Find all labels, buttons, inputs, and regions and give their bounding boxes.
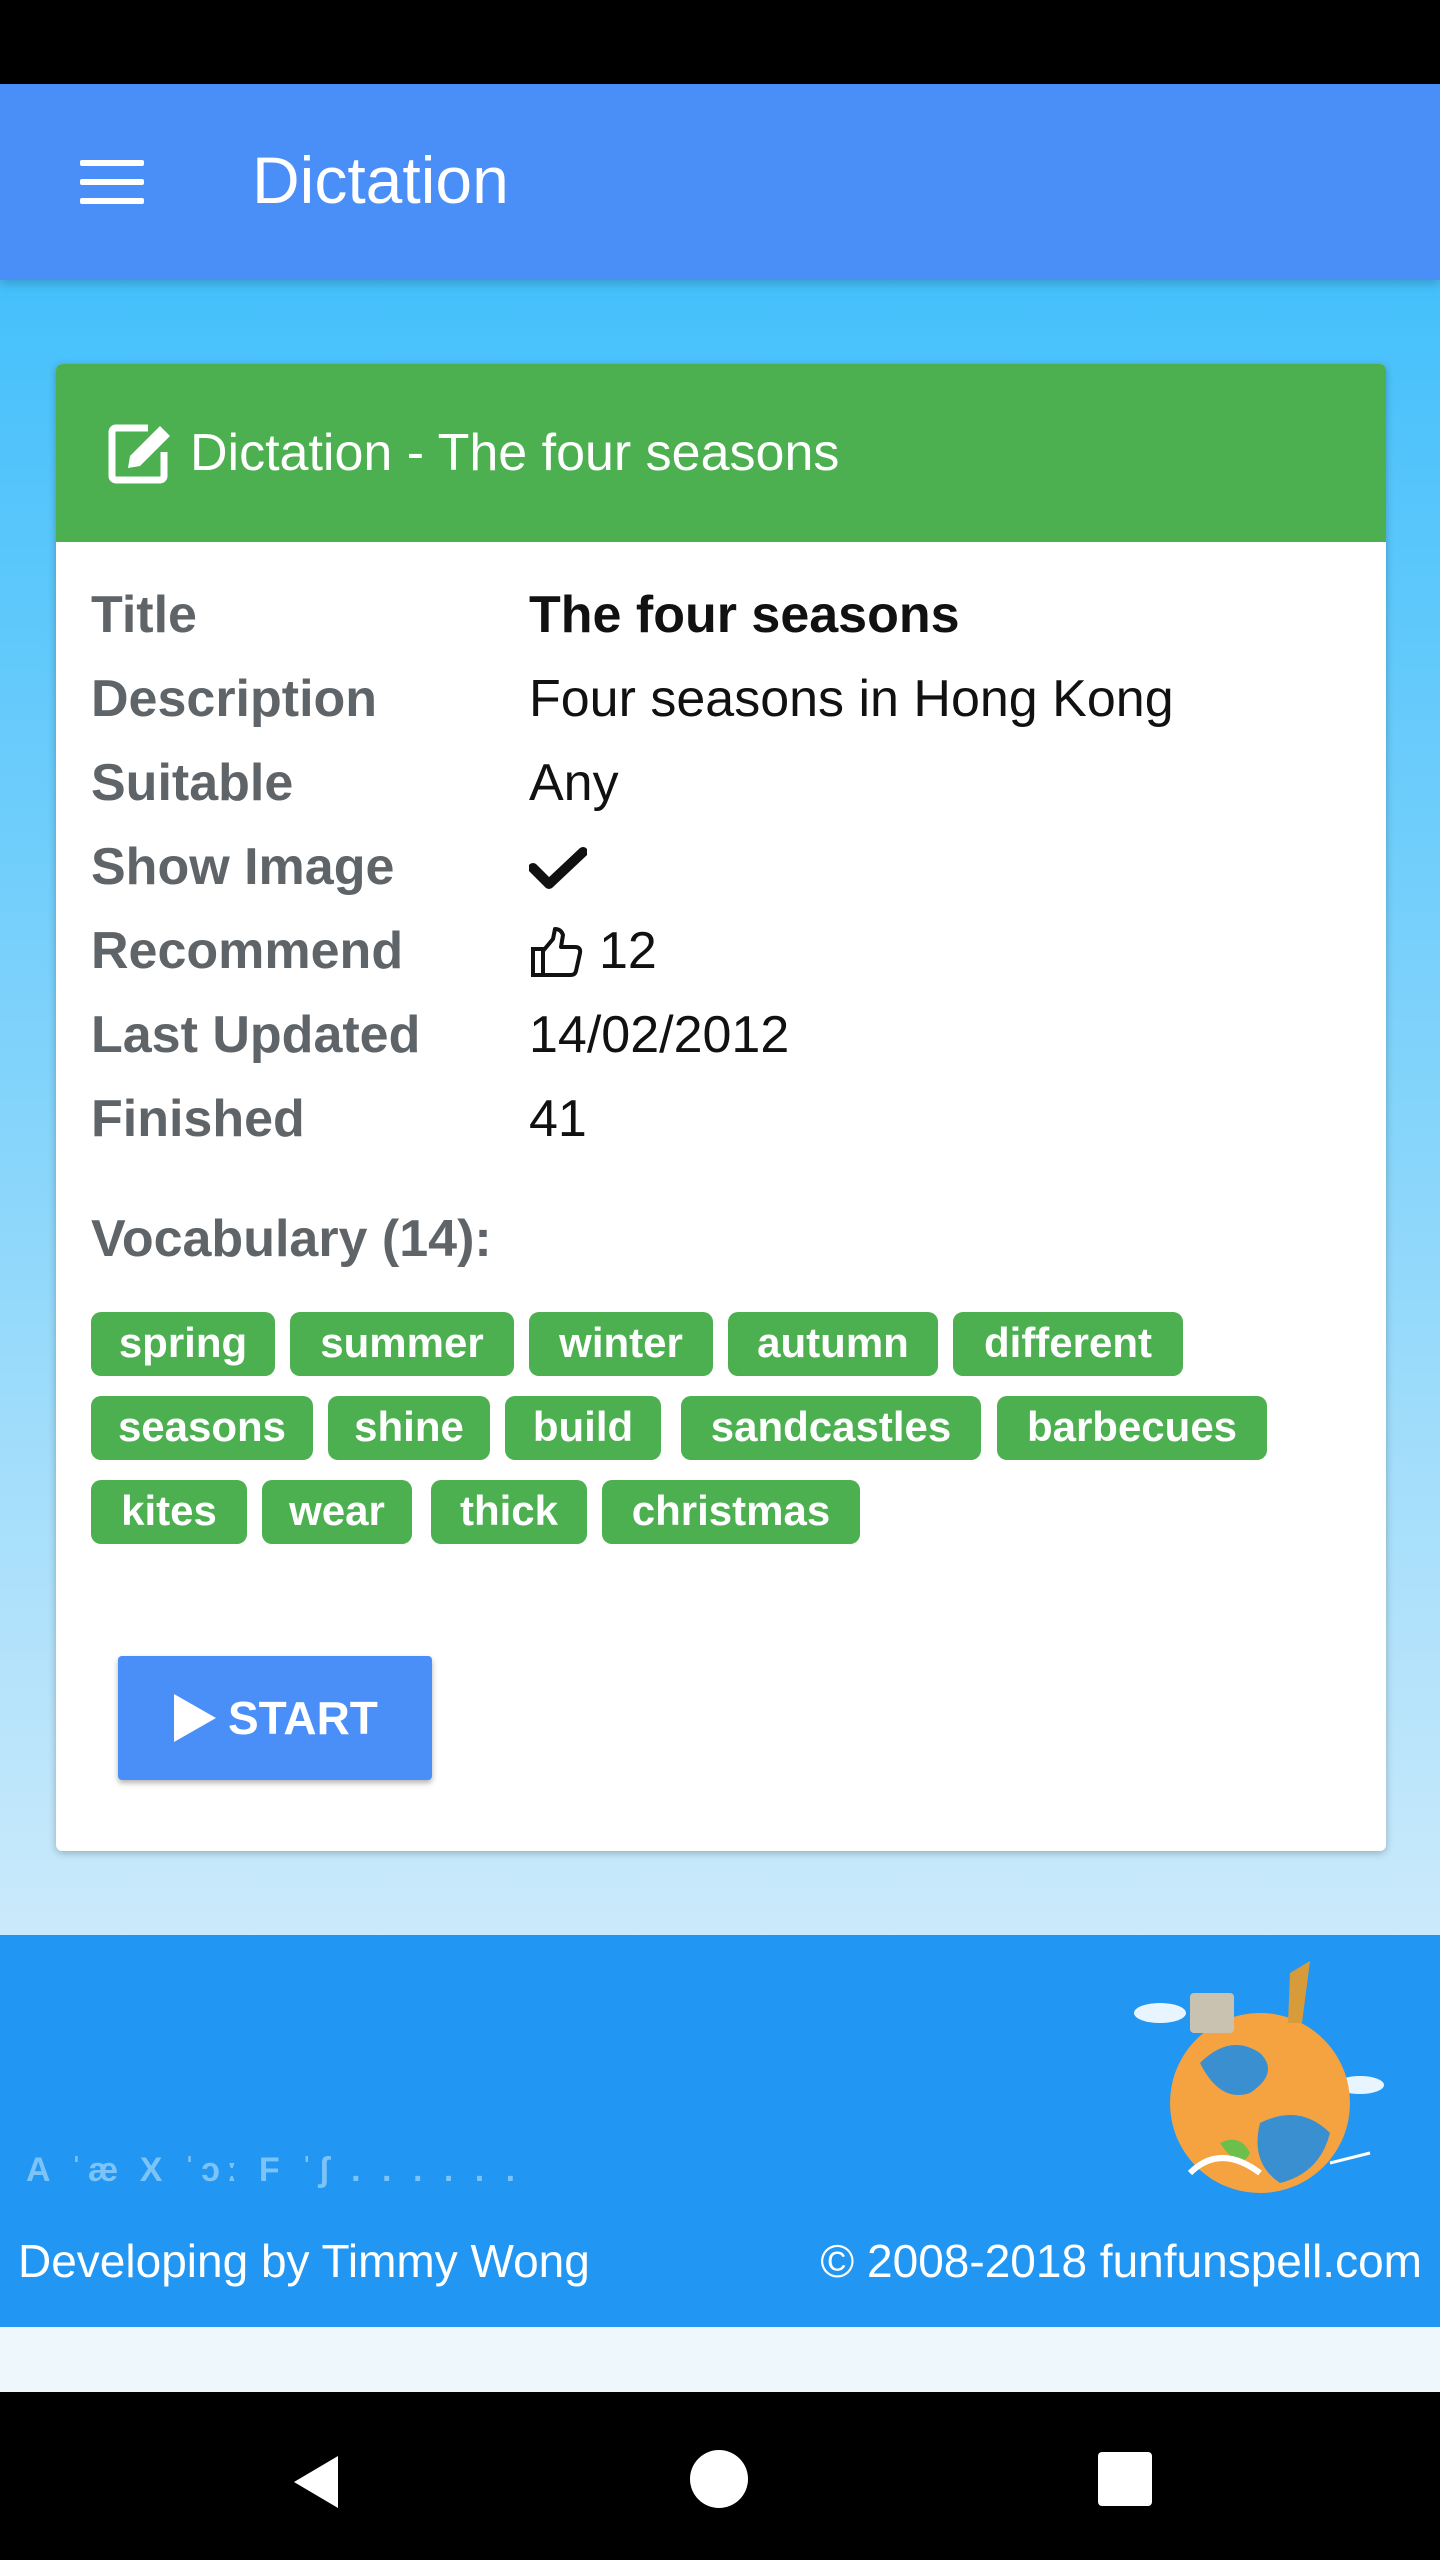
start-label: START — [228, 1692, 378, 1744]
info-row-suitable: Suitable Any — [91, 748, 1351, 818]
info-row-recommend: Recommend 12 — [91, 916, 1351, 986]
app-title: Dictation — [252, 143, 509, 217]
vocab-tag[interactable]: wear — [262, 1480, 412, 1544]
status-bar — [0, 0, 1440, 84]
description-value: Four seasons in Hong Kong — [529, 670, 1174, 728]
footer-decor-letters: A ˈæ X ˈɔː F ˈʃ . . . . . . — [26, 2151, 522, 2189]
back-icon[interactable] — [288, 2452, 342, 2512]
app-bar: Dictation — [0, 84, 1440, 280]
footer: A ˈæ X ˈɔː F ˈʃ . . . . . . Developing b… — [0, 1935, 1440, 2327]
home-icon[interactable] — [690, 2450, 748, 2508]
page-bottom-space — [0, 2327, 1440, 2392]
vocab-tag[interactable]: spring — [91, 1312, 275, 1376]
recent-apps-icon[interactable] — [1098, 2452, 1152, 2506]
vocab-tag[interactable]: kites — [91, 1480, 247, 1544]
menu-icon[interactable] — [80, 160, 144, 204]
play-icon — [174, 1694, 216, 1742]
card-header: Dictation - The four seasons — [56, 364, 1386, 542]
info-label: Description — [91, 670, 378, 728]
vocab-tag[interactable]: summer — [290, 1312, 514, 1376]
finished-value: 41 — [529, 1090, 587, 1148]
info-row-title: Title The four seasons — [91, 580, 1351, 650]
vocab-tag[interactable]: winter — [529, 1312, 713, 1376]
last-updated-value: 14/02/2012 — [529, 1006, 790, 1064]
vocab-tag[interactable]: autumn — [728, 1312, 938, 1376]
check-icon — [529, 847, 587, 889]
suitable-value: Any — [529, 754, 619, 812]
vocab-tag[interactable]: seasons — [91, 1396, 313, 1460]
info-label: Recommend — [91, 922, 404, 980]
vocabulary-title: Vocabulary (14): — [91, 1210, 492, 1268]
edit-icon — [108, 424, 170, 484]
copyright-text: © 2008-2018 funfunspell.com — [820, 2235, 1422, 2287]
start-button[interactable]: START — [118, 1656, 432, 1780]
info-label: Show Image — [91, 838, 395, 896]
info-row-show-image: Show Image — [91, 832, 1351, 902]
vocab-tag[interactable]: thick — [431, 1480, 587, 1544]
card-title: Dictation - The four seasons — [190, 424, 840, 482]
info-label: Title — [91, 586, 197, 644]
info-label: Last Updated — [91, 1006, 421, 1064]
developer-credit: Developing by Timmy Wong — [18, 2235, 590, 2287]
dictation-card: Dictation - The four seasons Title The f… — [56, 364, 1386, 1851]
info-label: Suitable — [91, 754, 294, 812]
navigation-bar — [0, 2392, 1440, 2560]
vocab-tag[interactable]: shine — [328, 1396, 490, 1460]
vocab-tag[interactable]: different — [953, 1312, 1183, 1376]
thumbs-up-icon — [531, 927, 583, 977]
recommend-count: 12 — [599, 922, 657, 980]
vocab-tag[interactable]: sandcastles — [681, 1396, 981, 1460]
vocab-tag[interactable]: christmas — [602, 1480, 860, 1544]
globe-illustration — [1134, 1961, 1384, 2193]
info-row-description: Description Four seasons in Hong Kong — [91, 664, 1351, 734]
info-row-last-updated: Last Updated 14/02/2012 — [91, 1000, 1351, 1070]
info-row-finished: Finished 41 — [91, 1084, 1351, 1154]
vocab-tag[interactable]: barbecues — [997, 1396, 1267, 1460]
info-label: Finished — [91, 1090, 305, 1148]
title-value: The four seasons — [529, 586, 960, 644]
vocab-tag[interactable]: build — [505, 1396, 661, 1460]
